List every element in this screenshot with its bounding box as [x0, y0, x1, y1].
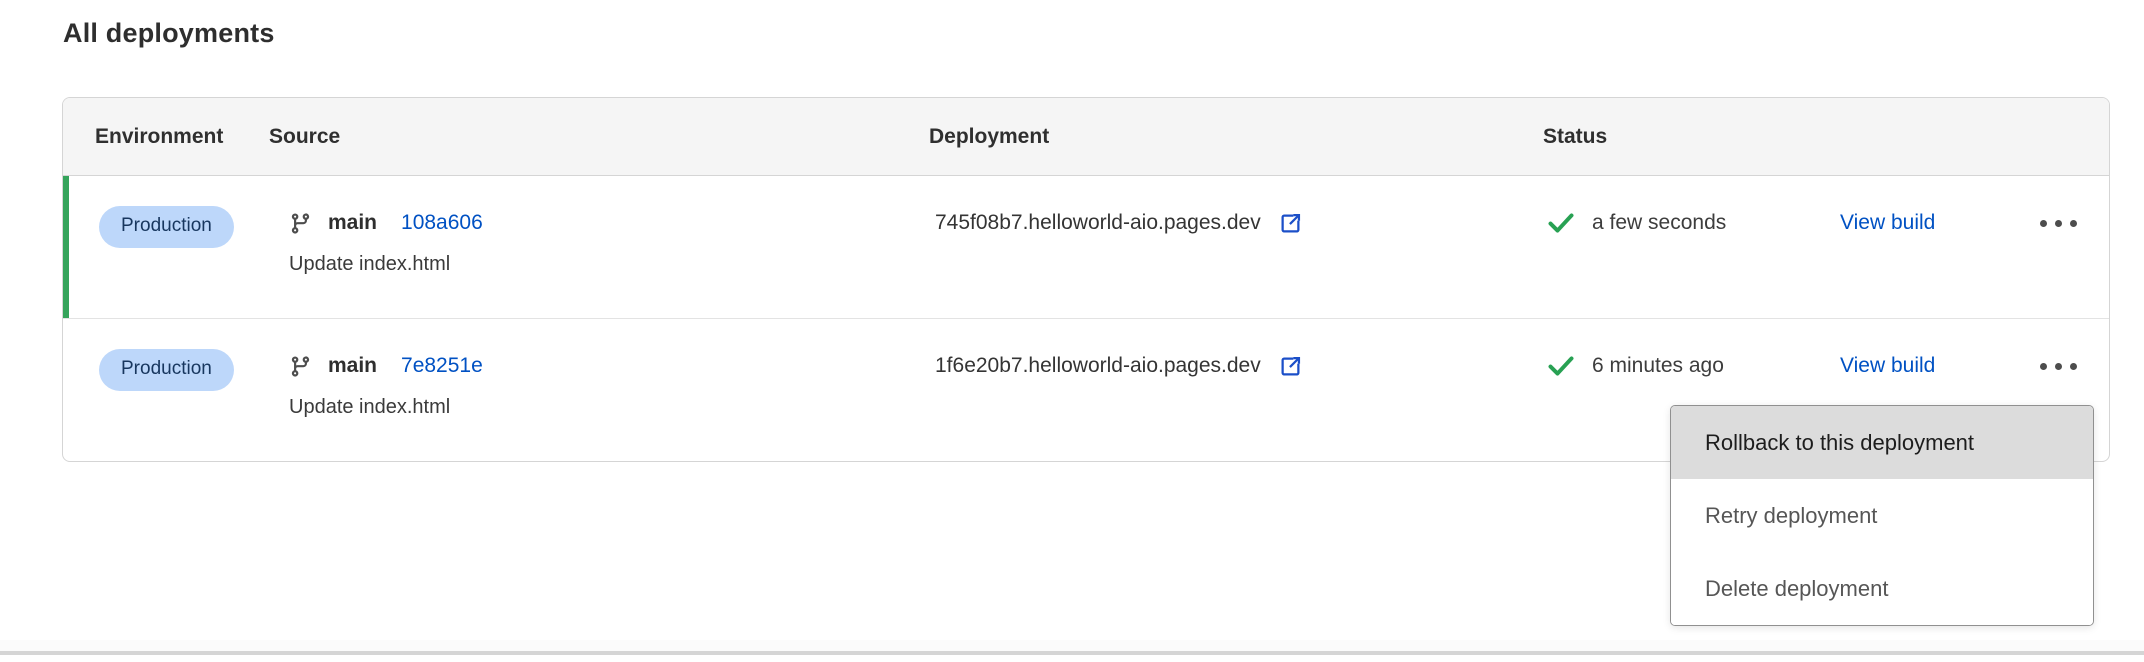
column-header-status: Status	[1543, 125, 2079, 149]
check-success-icon	[1547, 211, 1575, 235]
branch-name: main	[328, 354, 377, 378]
commit-message: Update index.html	[289, 249, 929, 279]
ellipsis-icon	[2040, 220, 2047, 227]
deployment-menu-button[interactable]	[2038, 214, 2079, 233]
page-title: All deployments	[63, 18, 275, 49]
view-build-link[interactable]: View build	[1840, 206, 1935, 240]
deployment-context-menu: Rollback to this deployment Retry deploy…	[1670, 405, 2094, 626]
table-header-row: Environment Source Deployment Status	[63, 98, 2109, 176]
environment-cell: Production	[95, 206, 269, 248]
status-cell: a few seconds	[1543, 206, 1840, 240]
menu-item-rollback[interactable]: Rollback to this deployment	[1671, 406, 2093, 479]
commit-link[interactable]: 7e8251e	[401, 354, 483, 378]
external-link-icon[interactable]	[1277, 210, 1304, 237]
environment-cell: Production	[95, 349, 269, 391]
status-text: a few seconds	[1592, 211, 1726, 235]
actions-cell	[2010, 206, 2079, 240]
check-success-icon	[1547, 354, 1575, 378]
column-header-environment: Environment	[95, 125, 269, 149]
deployment-menu-button[interactable]	[2038, 357, 2079, 376]
deployment-url: 1f6e20b7.helloworld-aio.pages.dev	[935, 354, 1261, 378]
menu-item-retry[interactable]: Retry deployment	[1671, 479, 2093, 552]
view-build-cell: View build	[1840, 349, 2010, 383]
actions-cell	[2010, 349, 2079, 383]
source-cell: main 7e8251e Update index.html	[269, 349, 929, 422]
commit-link[interactable]: 108a606	[401, 211, 483, 235]
table-row: Production main 108a606 Update index.htm…	[63, 176, 2109, 319]
status-cell: 6 minutes ago	[1543, 349, 1840, 383]
status-text: 6 minutes ago	[1592, 354, 1724, 378]
ellipsis-icon	[2040, 363, 2047, 370]
column-header-deployment: Deployment	[929, 125, 1543, 149]
view-build-link[interactable]: View build	[1840, 349, 1935, 383]
environment-badge: Production	[99, 349, 234, 391]
view-build-cell: View build	[1840, 206, 2010, 240]
column-header-source: Source	[269, 125, 929, 149]
external-link-icon[interactable]	[1277, 353, 1304, 380]
deployment-cell: 745f08b7.helloworld-aio.pages.dev	[929, 206, 1543, 240]
menu-item-delete[interactable]: Delete deployment	[1671, 552, 2093, 625]
git-branch-icon	[289, 212, 312, 235]
deployment-url: 745f08b7.helloworld-aio.pages.dev	[935, 211, 1261, 235]
deployment-cell: 1f6e20b7.helloworld-aio.pages.dev	[929, 349, 1543, 383]
section-divider-line	[0, 651, 2144, 655]
branch-name: main	[328, 211, 377, 235]
environment-badge: Production	[99, 206, 234, 248]
source-cell: main 108a606 Update index.html	[269, 206, 929, 279]
section-divider-band	[0, 640, 2144, 651]
git-branch-icon	[289, 355, 312, 378]
commit-message: Update index.html	[289, 392, 929, 422]
